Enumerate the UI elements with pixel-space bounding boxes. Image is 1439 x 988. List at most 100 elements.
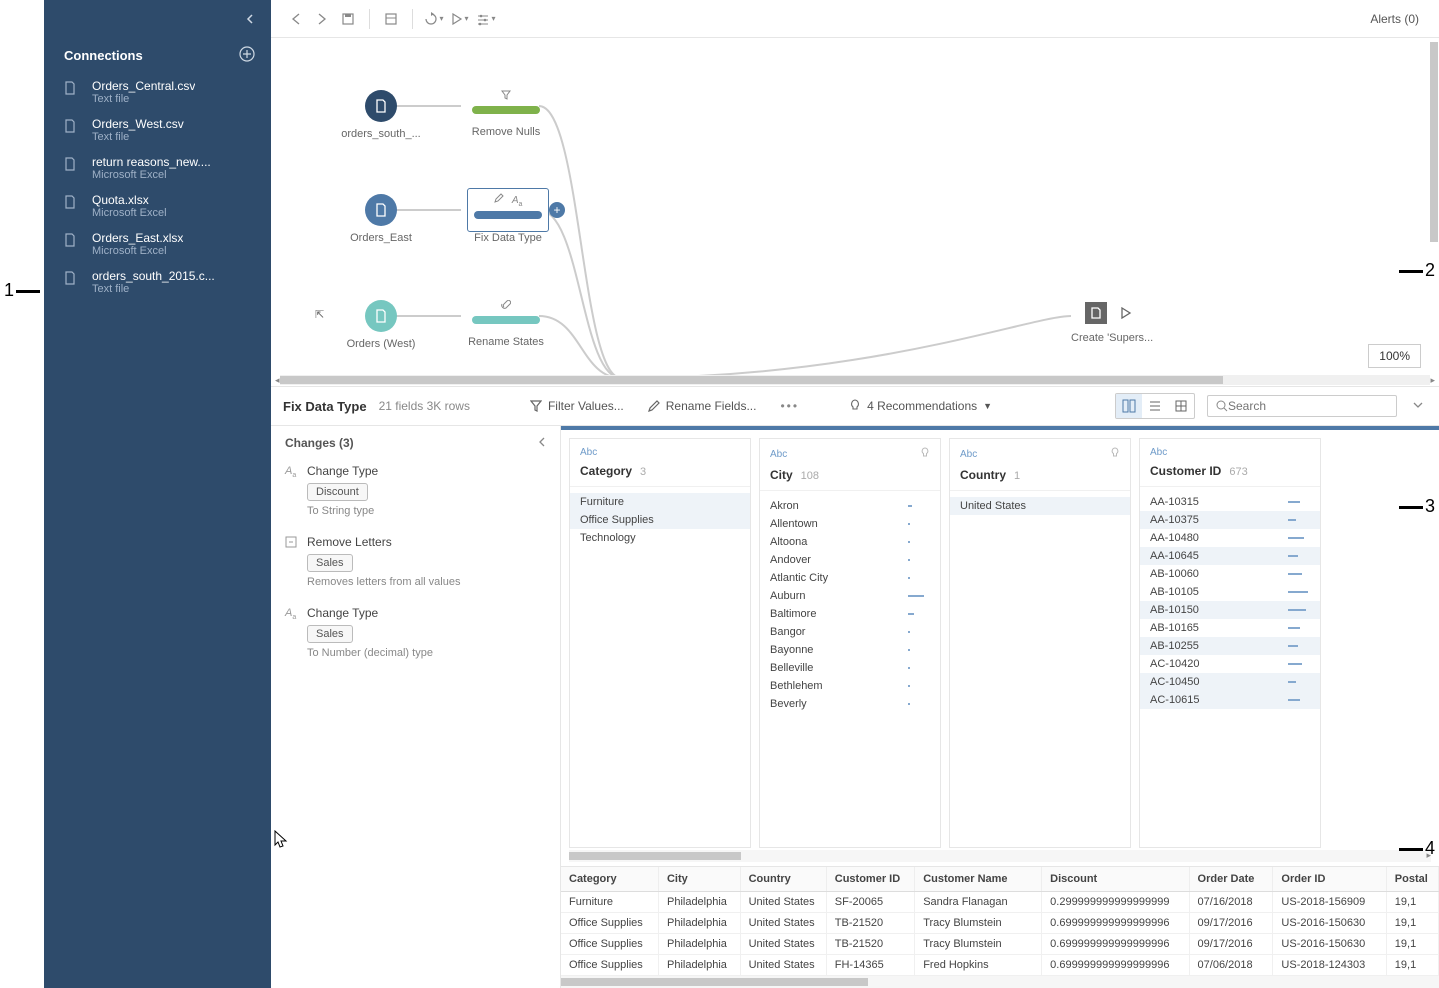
- rename-fields-button[interactable]: Rename Fields...: [642, 395, 763, 417]
- card-value-row[interactable]: AA-10645: [1140, 547, 1320, 565]
- nav-back-button[interactable]: [283, 6, 309, 32]
- card-value-row[interactable]: Atlantic City: [760, 569, 940, 587]
- profile-card[interactable]: Abc Category3 FurnitureOffice SuppliesTe…: [569, 438, 751, 848]
- card-value-row[interactable]: Auburn: [760, 587, 940, 605]
- zoom-indicator[interactable]: 100%: [1368, 344, 1421, 368]
- collapse-changes-button[interactable]: [538, 436, 546, 450]
- output-run-button[interactable]: [1115, 302, 1137, 324]
- card-value-row[interactable]: Allentown: [760, 515, 940, 533]
- grid-column-header[interactable]: Country: [740, 867, 826, 892]
- data-button[interactable]: [378, 6, 404, 32]
- connection-item[interactable]: orders_south_2015.c...Text file: [44, 263, 271, 301]
- settings-button[interactable]: ▾: [473, 6, 499, 32]
- filter-values-button[interactable]: Filter Values...: [524, 395, 630, 417]
- flow-step-fix-data-type[interactable]: Aa + Fix Data Type: [463, 188, 553, 244]
- search-input[interactable]: [1228, 399, 1388, 413]
- table-row[interactable]: Office SuppliesPhiladelphiaUnited States…: [561, 955, 1439, 976]
- card-value-row[interactable]: AB-10060: [1140, 565, 1320, 583]
- card-value-row[interactable]: Akron: [760, 497, 940, 515]
- change-item[interactable]: Aa Change Type Discount To String type: [285, 464, 546, 517]
- card-value-row[interactable]: Technology: [570, 529, 750, 547]
- card-value-row[interactable]: Bangor: [760, 623, 940, 641]
- collapse-profile-button[interactable]: [1409, 399, 1427, 413]
- add-connection-button[interactable]: [239, 46, 255, 65]
- grid-column-header[interactable]: City: [658, 867, 740, 892]
- grid-column-header[interactable]: Discount: [1042, 867, 1189, 892]
- card-value-row[interactable]: Furniture: [570, 493, 750, 511]
- search-box[interactable]: [1207, 395, 1397, 417]
- grid-column-header[interactable]: Category: [561, 867, 658, 892]
- table-row[interactable]: Office SuppliesPhiladelphiaUnited States…: [561, 934, 1439, 955]
- profile-card[interactable]: Abc City108 AkronAllentownAltoonaAndover…: [759, 438, 941, 848]
- view-list-button[interactable]: [1142, 394, 1168, 418]
- grid-cell: 07/16/2018: [1189, 892, 1273, 913]
- grid-column-header[interactable]: Customer ID: [826, 867, 914, 892]
- lightbulb-icon[interactable]: [920, 447, 930, 462]
- grid-column-header[interactable]: Postal: [1386, 867, 1438, 892]
- add-step-button[interactable]: +: [549, 202, 565, 218]
- profile-card[interactable]: Abc Country1 United States: [949, 438, 1131, 848]
- card-value-row[interactable]: AB-10150: [1140, 601, 1320, 619]
- change-field-chip[interactable]: Sales: [307, 625, 353, 643]
- canvas-hscrollbar[interactable]: ◂ ▸: [275, 374, 1435, 386]
- flow-output-node[interactable]: Create 'Supers...: [1071, 302, 1151, 344]
- flow-input-orders-east[interactable]: Orders_East: [331, 194, 431, 244]
- card-value-row[interactable]: Altoona: [760, 533, 940, 551]
- card-value-row[interactable]: AC-10420: [1140, 655, 1320, 673]
- connection-item[interactable]: Orders_West.csvText file: [44, 111, 271, 149]
- table-row[interactable]: Office SuppliesPhiladelphiaUnited States…: [561, 913, 1439, 934]
- card-value-row[interactable]: AA-10480: [1140, 529, 1320, 547]
- card-value-row[interactable]: AA-10315: [1140, 493, 1320, 511]
- connection-item[interactable]: Orders_Central.csvText file: [44, 73, 271, 111]
- grid-column-header[interactable]: Customer Name: [915, 867, 1042, 892]
- flow-input-orders-west[interactable]: ⇱ Orders (West): [331, 300, 431, 350]
- card-value-row[interactable]: Belleville: [760, 659, 940, 677]
- card-value-row[interactable]: Office Supplies: [570, 511, 750, 529]
- more-options-button[interactable]: •••: [774, 399, 805, 413]
- table-row[interactable]: FurniturePhiladelphiaUnited StatesSF-200…: [561, 892, 1439, 913]
- card-value-row[interactable]: Baltimore: [760, 605, 940, 623]
- view-grid-button[interactable]: [1168, 394, 1194, 418]
- recommendations-button[interactable]: 4 Recommendations ▼: [849, 399, 992, 413]
- card-header: Abc Customer ID673: [1140, 439, 1320, 487]
- change-field-chip[interactable]: Discount: [307, 483, 368, 501]
- nav-forward-button[interactable]: [309, 6, 335, 32]
- run-button[interactable]: ▾: [447, 6, 473, 32]
- change-item[interactable]: Aa Change Type Sales To Number (decimal)…: [285, 606, 546, 659]
- lightbulb-icon[interactable]: [1110, 447, 1120, 462]
- flow-input-orders-south[interactable]: orders_south_...: [331, 90, 431, 140]
- card-value-row[interactable]: AB-10105: [1140, 583, 1320, 601]
- sidebar-collapse[interactable]: [44, 0, 271, 38]
- connection-item[interactable]: Quota.xlsxMicrosoft Excel: [44, 187, 271, 225]
- save-button[interactable]: [335, 6, 361, 32]
- flow-canvas[interactable]: orders_south_... Orders_East ⇱ Orders (W…: [271, 38, 1439, 386]
- card-value-row[interactable]: AB-10255: [1140, 637, 1320, 655]
- canvas-vscrollbar[interactable]: [1427, 42, 1439, 372]
- card-value-row[interactable]: AC-10450: [1140, 673, 1320, 691]
- card-value-row[interactable]: Andover: [760, 551, 940, 569]
- profile-card[interactable]: Abc Customer ID673 AA-10315AA-10375AA-10…: [1139, 438, 1321, 848]
- card-value-row[interactable]: AB-10165: [1140, 619, 1320, 637]
- flow-step-rename-states[interactable]: Rename States: [466, 296, 546, 348]
- connection-item[interactable]: return reasons_new....Microsoft Excel: [44, 149, 271, 187]
- card-value-row[interactable]: Beverly: [760, 695, 940, 713]
- card-value-row[interactable]: AA-10375: [1140, 511, 1320, 529]
- card-value-row[interactable]: United States: [950, 497, 1130, 515]
- grid-cell: United States: [740, 913, 826, 934]
- grid-hscrollbar[interactable]: [561, 976, 1439, 988]
- file-icon: [64, 119, 80, 136]
- grid-column-header[interactable]: Order ID: [1273, 867, 1386, 892]
- refresh-button[interactable]: ▾: [421, 6, 447, 32]
- view-profile-button[interactable]: [1116, 394, 1142, 418]
- change-item[interactable]: Remove Letters Sales Removes letters fro…: [285, 535, 546, 588]
- grid-cell: United States: [740, 955, 826, 976]
- cards-hscrollbar[interactable]: ▸: [569, 850, 1431, 862]
- change-field-chip[interactable]: Sales: [307, 554, 353, 572]
- connection-item[interactable]: Orders_East.xlsxMicrosoft Excel: [44, 225, 271, 263]
- card-value-row[interactable]: Bethlehem: [760, 677, 940, 695]
- alerts-indicator[interactable]: Alerts (0): [1370, 12, 1427, 26]
- grid-column-header[interactable]: Order Date: [1189, 867, 1273, 892]
- card-value-row[interactable]: Bayonne: [760, 641, 940, 659]
- card-value-row[interactable]: AC-10615: [1140, 691, 1320, 709]
- flow-step-remove-nulls[interactable]: Remove Nulls: [466, 86, 546, 138]
